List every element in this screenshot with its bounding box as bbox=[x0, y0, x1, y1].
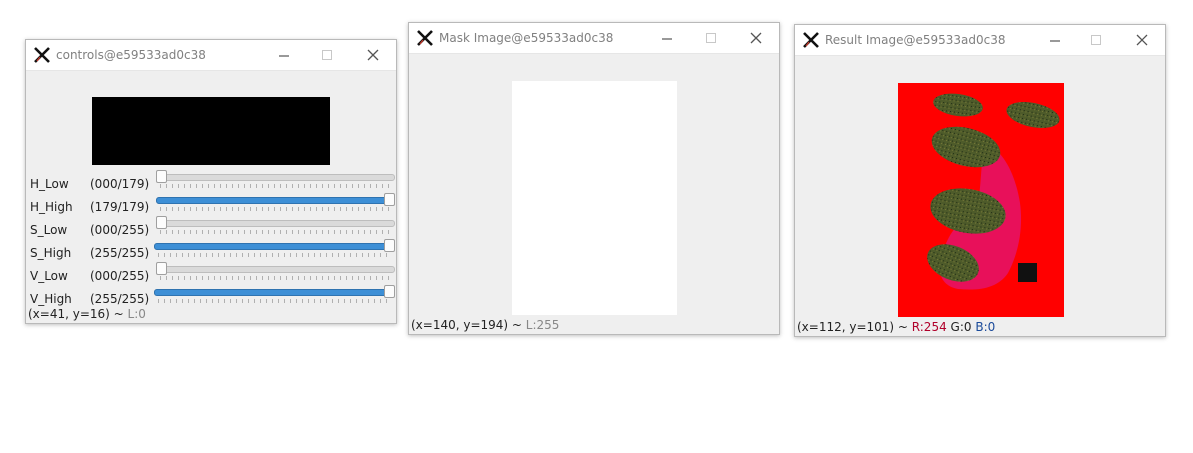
status-red: R:254 bbox=[911, 320, 947, 334]
slider-handle[interactable] bbox=[156, 170, 167, 183]
trackbar-label-v-high: V_High bbox=[30, 292, 72, 306]
minimize-icon[interactable] bbox=[659, 30, 675, 46]
result-titlebar[interactable]: Result Image@e59533ad0c38 bbox=[795, 25, 1165, 56]
status-coords: (x=140, y=194) ~ bbox=[411, 318, 526, 332]
dark-square bbox=[1018, 263, 1037, 282]
trackbar-value: (255/255) bbox=[90, 292, 150, 306]
mask-titlebar[interactable]: Mask Image@e59533ad0c38 bbox=[409, 23, 779, 54]
mask-window: Mask Image@e59533ad0c38 (x=140, y=194) ~… bbox=[408, 22, 780, 335]
trackbar-value: (255/255) bbox=[90, 246, 150, 260]
slider-fill bbox=[154, 289, 391, 296]
controls-window: controls@e59533ad0c38 H_Low (000/179) H_Hi… bbox=[25, 39, 397, 324]
close-icon[interactable] bbox=[1134, 32, 1150, 48]
status-bar: (x=112, y=101) ~ R:254 G:0 B:0 bbox=[797, 320, 995, 334]
slider-fill bbox=[156, 197, 391, 204]
trackbar-label-s-low: S_Low bbox=[30, 223, 68, 237]
window-title: Mask Image@e59533ad0c38 bbox=[439, 31, 614, 45]
status-coords: (x=112, y=101) ~ bbox=[797, 320, 912, 334]
trackbar-value: (000/255) bbox=[90, 223, 150, 237]
maximize-icon[interactable] bbox=[703, 30, 719, 46]
close-icon[interactable] bbox=[365, 47, 381, 63]
status-green: G:0 bbox=[950, 320, 972, 334]
slider-handle[interactable] bbox=[384, 193, 395, 206]
window-title: Result Image@e59533ad0c38 bbox=[825, 33, 1006, 47]
mask-image[interactable] bbox=[512, 81, 677, 315]
slider-fill bbox=[154, 243, 391, 250]
slider-groove bbox=[156, 220, 395, 227]
slider-ticks bbox=[160, 207, 391, 211]
x-app-icon bbox=[803, 32, 819, 48]
slider-ticks bbox=[160, 230, 391, 234]
trackbar-value: (000/179) bbox=[90, 177, 150, 191]
minimize-icon[interactable] bbox=[276, 47, 292, 63]
trackbar-slider-h-low[interactable] bbox=[156, 170, 395, 193]
status-blue: B:0 bbox=[975, 320, 996, 334]
minimize-icon[interactable] bbox=[1047, 32, 1063, 48]
trackbar-slider-s-high[interactable] bbox=[154, 239, 395, 262]
slider-groove bbox=[156, 174, 395, 181]
slider-ticks bbox=[160, 276, 391, 280]
status-coords: (x=41, y=16) ~ bbox=[28, 307, 128, 321]
status-bar: (x=140, y=194) ~ L:255 bbox=[411, 318, 559, 332]
slider-handle[interactable] bbox=[384, 239, 395, 252]
maximize-icon[interactable] bbox=[1088, 32, 1104, 48]
trackbar-value: (000/255) bbox=[90, 269, 150, 283]
maximize-icon[interactable] bbox=[319, 47, 335, 63]
trackbar-slider-v-high[interactable] bbox=[154, 285, 395, 308]
slider-ticks bbox=[158, 299, 391, 303]
slider-ticks bbox=[158, 253, 391, 257]
trackbar-slider-v-low[interactable] bbox=[156, 262, 395, 285]
trackbar-label-h-low: H_Low bbox=[30, 177, 69, 191]
close-icon[interactable] bbox=[748, 30, 764, 46]
slider-handle[interactable] bbox=[384, 285, 395, 298]
result-window: Result Image@e59533ad0c38 (x=112, y=101)… bbox=[794, 24, 1166, 337]
controls-image-area bbox=[92, 97, 330, 165]
trackbar-label-v-low: V_Low bbox=[30, 269, 68, 283]
slider-handle[interactable] bbox=[156, 216, 167, 229]
slider-groove bbox=[156, 266, 395, 273]
status-luma: L:255 bbox=[525, 318, 560, 332]
result-image[interactable] bbox=[898, 83, 1064, 317]
status-luma: L:0 bbox=[127, 307, 146, 321]
slider-ticks bbox=[160, 184, 391, 188]
slider-handle[interactable] bbox=[156, 262, 167, 275]
controls-titlebar[interactable]: controls@e59533ad0c38 bbox=[26, 40, 396, 71]
window-title: controls@e59533ad0c38 bbox=[56, 48, 206, 62]
x-app-icon bbox=[417, 30, 433, 46]
trackbar-slider-s-low[interactable] bbox=[156, 216, 395, 239]
trackbar-label-h-high: H_High bbox=[30, 200, 73, 214]
trackbar-value: (179/179) bbox=[90, 200, 150, 214]
status-bar: (x=41, y=16) ~ L:0 bbox=[28, 307, 146, 321]
x-app-icon bbox=[34, 47, 50, 63]
trackbar-slider-h-high[interactable] bbox=[156, 193, 395, 216]
trackbar-label-s-high: S_High bbox=[30, 246, 72, 260]
